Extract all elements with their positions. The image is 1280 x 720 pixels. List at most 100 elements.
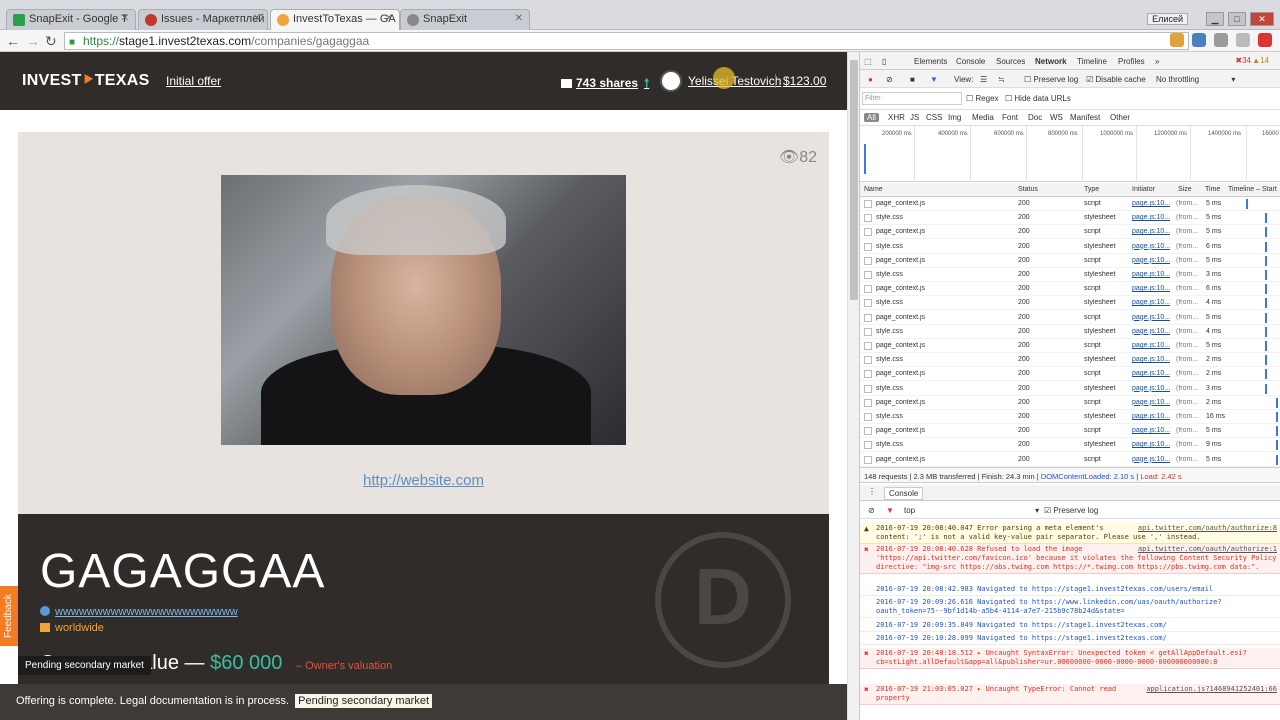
list-view-icon[interactable]: ☰ xyxy=(980,75,987,84)
site-logo[interactable]: INVEST⯈TEXAS xyxy=(22,72,150,90)
network-request-row[interactable]: style.css 200 stylesheet page.js:10... (from… xyxy=(860,211,1280,226)
column-header[interactable]: Name xyxy=(864,186,883,193)
close-icon[interactable]: ✕ xyxy=(385,13,393,24)
request-initiator[interactable]: page.js:10... xyxy=(1132,314,1170,321)
request-initiator[interactable]: page.js:10... xyxy=(1132,342,1170,349)
request-initiator[interactable]: page.js:10... xyxy=(1132,370,1170,377)
maximize-icon[interactable]: □ xyxy=(1228,12,1246,26)
website-link[interactable]: http://website.com xyxy=(18,472,829,489)
request-initiator[interactable]: page.js:10... xyxy=(1132,214,1170,221)
request-initiator[interactable]: page.js:10... xyxy=(1132,427,1170,434)
extension-icon[interactable] xyxy=(1170,33,1184,47)
request-initiator[interactable]: page.js:10... xyxy=(1132,441,1170,448)
error-count[interactable]: ✖34 xyxy=(1235,56,1251,65)
drawer-menu-icon[interactable]: ⋮ xyxy=(868,487,876,496)
type-filter-doc[interactable]: Doc xyxy=(1028,113,1042,122)
network-request-row[interactable]: page_context.js 200 script page.js:10... (fr… xyxy=(860,339,1280,353)
reload-icon[interactable]: ↻ xyxy=(45,33,57,50)
extension-icon[interactable] xyxy=(1192,33,1206,47)
column-header[interactable]: Type xyxy=(1084,186,1099,193)
console-source-link[interactable]: api.twitter.com/oauth/authorize:1 xyxy=(1138,545,1277,554)
type-filter-img[interactable]: Img xyxy=(948,113,961,122)
page-scrollbar[interactable] xyxy=(847,52,859,720)
tab-console-drawer[interactable]: Console xyxy=(884,487,924,500)
context-select[interactable]: top ▾ xyxy=(904,506,1039,515)
extension-icon[interactable] xyxy=(1258,33,1272,47)
waterfall-view-icon[interactable]: ≒ xyxy=(998,75,1005,84)
profile-name-badge[interactable]: Елисей xyxy=(1147,13,1188,25)
network-request-row[interactable]: page_context.js 200 script page.js:10... (fr… xyxy=(860,282,1280,297)
initial-offer-link[interactable]: Initial offer xyxy=(166,74,221,88)
preserve-log-checkbox[interactable]: ☐ Preserve log xyxy=(1024,75,1078,84)
record-icon[interactable]: ● xyxy=(868,75,873,84)
filter-icon[interactable]: ▼ xyxy=(930,75,938,84)
filter-icon[interactable]: ▼ xyxy=(886,506,894,515)
network-request-row[interactable]: page_context.js 200 script page.js:10... (fr… xyxy=(860,225,1280,240)
more-tabs-icon[interactable]: » xyxy=(1155,57,1159,66)
browser-tab-active[interactable]: InvestToTexas — GA ✕ xyxy=(270,9,400,31)
type-filter-css[interactable]: CSS xyxy=(926,113,942,122)
tab-sources[interactable]: Sources xyxy=(996,57,1025,66)
network-request-row[interactable]: style.css 200 stylesheet page.js:10... (from… xyxy=(860,296,1280,311)
device-icon[interactable]: ▯ xyxy=(882,57,886,66)
tab-timeline[interactable]: Timeline xyxy=(1077,57,1107,66)
tab-profiles[interactable]: Profiles xyxy=(1118,57,1145,66)
tab-console[interactable]: Console xyxy=(956,57,985,66)
network-request-row[interactable]: style.css 200 stylesheet page.js:10... (from… xyxy=(860,410,1280,424)
network-request-row[interactable]: style.css 200 stylesheet page.js:10... (from… xyxy=(860,382,1280,396)
request-initiator[interactable]: page.js:10... xyxy=(1132,385,1170,392)
extension-icon[interactable] xyxy=(1236,33,1250,47)
network-request-row[interactable]: page_context.js 200 script page.js:10... (fr… xyxy=(860,311,1280,325)
close-icon[interactable]: ✕ xyxy=(253,13,261,24)
feedback-button[interactable]: Feedback xyxy=(0,586,18,646)
type-filter-font[interactable]: Font xyxy=(1002,113,1018,122)
warning-count[interactable]: ▲14 xyxy=(1252,56,1269,65)
shares-link[interactable]: 743 shares 🠕 xyxy=(561,74,649,95)
console-source-link[interactable]: application.js?1468941252401:66 xyxy=(1146,685,1277,694)
network-request-row[interactable]: page_context.js 200 script page.js:10... (fr… xyxy=(860,453,1280,467)
clear-console-icon[interactable]: ⊘ xyxy=(868,506,875,515)
network-request-row[interactable]: style.css 200 stylesheet page.js:10... (from… xyxy=(860,353,1280,368)
network-request-row[interactable]: style.css 200 stylesheet page.js:10... (from… xyxy=(860,268,1280,282)
request-initiator[interactable]: page.js:10... xyxy=(1132,243,1170,250)
type-filter-xhr[interactable]: XHR xyxy=(888,113,905,122)
console-source-link[interactable]: api.twitter.com/oauth/authorize:8 xyxy=(1138,524,1277,533)
request-initiator[interactable]: page.js:10... xyxy=(1132,271,1170,278)
request-initiator[interactable]: page.js:10... xyxy=(1132,399,1170,406)
disable-cache-checkbox[interactable]: ☑ Disable cache xyxy=(1086,75,1146,84)
minimize-icon[interactable]: ▁ xyxy=(1206,12,1224,26)
column-header[interactable]: Timeline – Start xyxy=(1228,186,1277,193)
request-initiator[interactable]: page.js:10... xyxy=(1132,328,1170,335)
scrollbar-thumb[interactable] xyxy=(850,60,858,300)
browser-tab[interactable]: Issues - Маркетплей ✕ xyxy=(138,9,268,30)
regex-checkbox[interactable]: ☐ Regex xyxy=(966,94,999,103)
request-initiator[interactable]: page.js:10... xyxy=(1132,356,1170,363)
request-initiator[interactable]: page.js:10... xyxy=(1132,257,1170,264)
tab-elements[interactable]: Elements xyxy=(914,57,947,66)
request-initiator[interactable]: page.js:10... xyxy=(1132,228,1170,235)
browser-tab[interactable]: SnapExit ✕ xyxy=(400,9,530,30)
type-filter-ws[interactable]: WS xyxy=(1050,113,1063,122)
network-request-row[interactable]: style.css 200 stylesheet page.js:10... (from… xyxy=(860,438,1280,453)
type-filter-all[interactable]: All xyxy=(864,113,879,122)
company-url[interactable]: wwwwwwwwwwwwwwwwwwwwwww xyxy=(40,606,238,618)
hide-data-urls-checkbox[interactable]: ☐ Hide data URLs xyxy=(1005,94,1071,103)
network-request-row[interactable]: page_context.js 200 script page.js:10... (fr… xyxy=(860,197,1280,211)
request-initiator[interactable]: page.js:10... xyxy=(1132,285,1170,292)
throttling-select[interactable]: No throttling ▾ xyxy=(1156,75,1235,84)
network-request-row[interactable]: style.css 200 stylesheet page.js:10... (from… xyxy=(860,325,1280,339)
column-header[interactable]: Status xyxy=(1018,186,1038,193)
request-initiator[interactable]: page.js:10... xyxy=(1132,200,1170,207)
close-icon[interactable]: ✕ xyxy=(121,13,129,24)
forward-arrow-icon[interactable]: → xyxy=(26,33,40,49)
column-header[interactable]: Time xyxy=(1205,186,1220,193)
type-filter-manifest[interactable]: Manifest xyxy=(1070,113,1100,122)
type-filter-other[interactable]: Other xyxy=(1110,113,1130,122)
type-filter-media[interactable]: Media xyxy=(972,113,994,122)
network-request-row[interactable]: page_context.js 200 script page.js:10... (fr… xyxy=(860,254,1280,268)
network-overview-timeline[interactable]: 200000 ms 400000 ms 600000 ms 800000 ms … xyxy=(860,126,1280,182)
request-initiator[interactable]: page.js:10... xyxy=(1132,456,1170,463)
balance-link[interactable]: $123.00 xyxy=(775,74,826,88)
tab-network[interactable]: Network xyxy=(1035,57,1067,66)
type-filter-js[interactable]: JS xyxy=(910,113,919,122)
